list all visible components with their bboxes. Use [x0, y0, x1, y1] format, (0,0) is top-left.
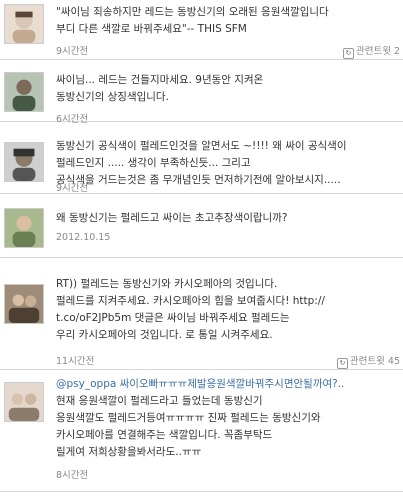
tweet-time[interactable]: 9시간전 [56, 180, 88, 194]
tweet-line: 부디 다른 색깔로 바꿔주세요"-- THIS SFM [56, 23, 247, 35]
related-tweets-link[interactable]: ↻ 관련트윗 2 [342, 43, 400, 59]
tweet-item[interactable]: 왜 동방신기는 펄레드고 싸이는 초고추장색이랍니까? 2012.10.15 [0, 194, 403, 258]
tweet-line: @psy_oppa 싸이오빠ㅠㅠㅠ제발응원색깔바꿔주시면안될까여?.. [56, 376, 399, 393]
tweet-line: 동방신기 공식색이 펄레드인것을 알면서도 ~!!!! 왜 싸이 공식색이 [56, 140, 347, 152]
avatar[interactable] [4, 284, 44, 324]
tweet-item[interactable]: 싸이님... 레드는 건들지마세요. 9년동안 지켜온 동방신기의 상징색입니다… [0, 60, 403, 125]
tweet-line: 왜 동방신기는 펄레드고 싸이는 초고추장색이랍니까? [56, 212, 288, 224]
tweet-line: 응원색깔도 펄레드거등여ㅠㅠㅠㅠ 진짜 펄레드는 동방신기와 [56, 412, 321, 424]
tweet-feed: "싸이님 죄송하지만 레드는 동방신기의 오래된 응원색깔입니다 부디 다른 색… [0, 0, 403, 500]
tweet-line: 릴게여 저희상황을봐서라도..ㅠㅠ [56, 446, 202, 458]
tweet-text: 왜 동방신기는 펄레드고 싸이는 초고추장색이랍니까? [56, 210, 399, 227]
tweet-item[interactable]: RT)) 펄레드는 동방신기와 카시오페아의 것입니다. 펄레드를 지켜주세요.… [0, 258, 403, 370]
tweet-line: 카시오페아를 연결해주는 색깔입니다. 꼭좀부탁드 [56, 429, 273, 441]
tweet-line: 공식색을 거드는것은 좀 무개념인듯 먼저하기전에 알아보시지..... [56, 174, 341, 186]
avatar[interactable] [4, 382, 44, 422]
avatar[interactable] [4, 142, 44, 182]
avatar[interactable] [4, 4, 44, 44]
tweet-line: "싸이님 죄송하지만 레드는 동방신기의 오래된 응원색깔입니다 [56, 6, 329, 18]
tweet-text: @psy_oppa 싸이오빠ㅠㅠㅠ제발응원색깔바꿔주시면안될까여?.. 현재 응… [56, 376, 399, 461]
related-icon: ↻ [342, 48, 354, 59]
tweet-line: RT)) 펄레드는 동방신기와 카시오페아의 것입니다. [56, 278, 278, 290]
related-tweets-label: 관련트윗 45 [349, 356, 400, 367]
tweet-text: 싸이님... 레드는 건들지마세요. 9년동안 지켜온 동방신기의 상징색입니다… [56, 72, 399, 106]
related-tweets-link[interactable]: ↻ 관련트윗 45 [336, 353, 400, 369]
tweet-time[interactable]: 2012.10.15 [56, 232, 110, 243]
tweet-line: 펄레드를 지켜주세요. 카시오페아의 힘을 보여줍시다! http:// [56, 295, 325, 307]
tweet-text: 동방신기 공식색이 펄레드인것을 알면서도 ~!!!! 왜 싸이 공식색이 펄레… [56, 138, 399, 189]
tweet-text: "싸이님 죄송하지만 레드는 동방신기의 오래된 응원색깔입니다 부디 다른 색… [56, 4, 399, 38]
mention-link[interactable]: @psy_oppa 싸이오빠ㅠㅠㅠ제발응원색깔바꿔주시면안될까여?.. [56, 378, 344, 390]
related-tweets-label: 관련트윗 2 [355, 46, 400, 57]
related-icon: ↻ [336, 358, 348, 369]
tweet-line: 동방신기의 상징색입니다. [56, 91, 169, 103]
tweet-time[interactable]: 9시간전 [56, 43, 88, 57]
tweet-item[interactable]: 동방신기 공식색이 펄레드인것을 알면서도 ~!!!! 왜 싸이 공식색이 펄레… [0, 122, 403, 194]
tweet-line: t.co/oF2JPb5m 댓글은 싸이님 바꿔주세요 펄레드는 [56, 312, 290, 324]
tweet-item[interactable] [0, 492, 403, 500]
tweet-line: 펄레드인지 ..... 생각이 부족하신듯... 그리고 [56, 157, 251, 169]
tweet-line: 현재 응원색깔이 펄레드라고 들었는데 동방신기 [56, 395, 263, 407]
tweet-time[interactable]: 11시간전 [56, 353, 94, 367]
tweet-line: 싸이님... 레드는 건들지마세요. 9년동안 지켜온 [56, 74, 264, 86]
avatar[interactable] [4, 72, 44, 112]
tweet-item[interactable]: "싸이님 죄송하지만 레드는 동방신기의 오래된 응원색깔입니다 부디 다른 색… [0, 0, 403, 60]
tweet-line: 우리 카시오페아의 것입니다. 로 통일 시켜주세요. [56, 329, 273, 341]
avatar[interactable] [4, 208, 44, 248]
tweet-text: RT)) 펄레드는 동방신기와 카시오페아의 것입니다. 펄레드를 지켜주세요.… [56, 276, 399, 344]
tweet-item[interactable]: @psy_oppa 싸이오빠ㅠㅠㅠ제발응원색깔바꿔주시면안될까여?.. 현재 응… [0, 370, 403, 492]
tweet-time[interactable]: 8시간전 [56, 467, 88, 481]
